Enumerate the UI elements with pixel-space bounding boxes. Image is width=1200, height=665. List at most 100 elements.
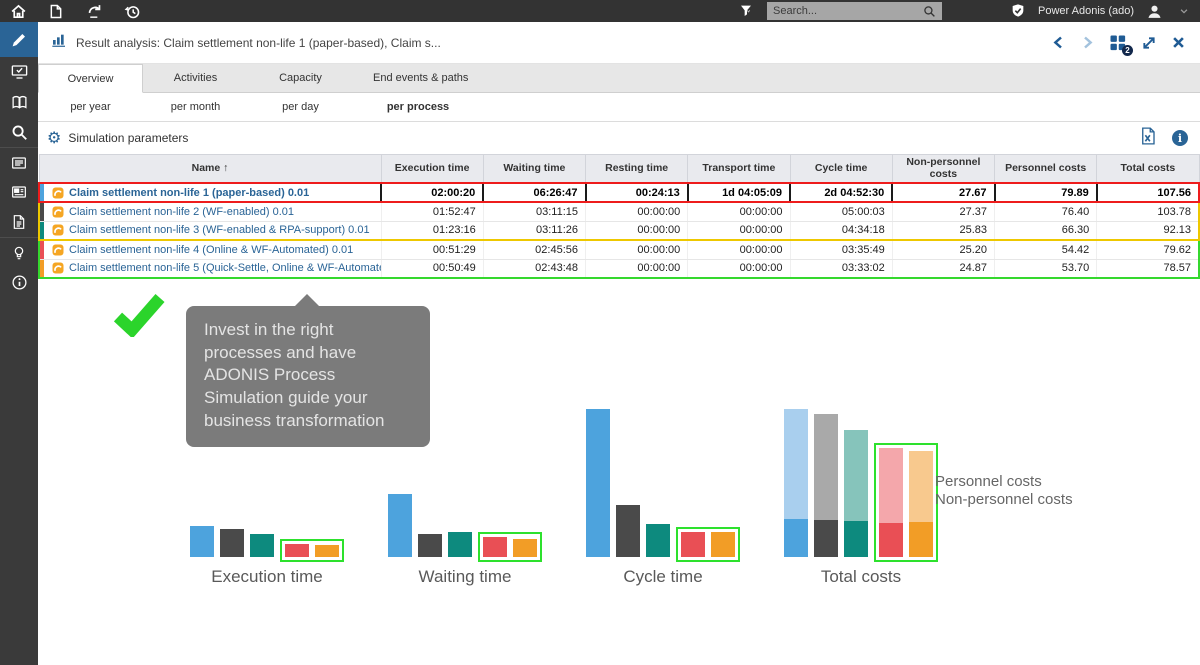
metric-cell: 00:50:49: [381, 259, 483, 278]
metric-cell: 103.78: [1097, 202, 1199, 221]
column-header-cycle-time[interactable]: Cycle time: [790, 155, 892, 184]
search-input[interactable]: [773, 5, 923, 17]
table-row[interactable]: Claim settlement non-life 4 (Online & WF…: [39, 240, 1199, 259]
fullscreen-icon[interactable]: [1141, 35, 1157, 51]
bar-non-personnel-segment: [879, 523, 903, 557]
row-name-cell[interactable]: Claim settlement non-life 3 (WF-enabled …: [39, 221, 381, 240]
nav-back-icon[interactable]: [1051, 35, 1066, 50]
sidebar-item-edit[interactable]: [0, 22, 38, 57]
bar-series-4: [285, 544, 309, 557]
process-name-link[interactable]: Claim settlement non-life 1 (paper-based…: [69, 187, 309, 199]
search-icon[interactable]: [923, 5, 936, 18]
column-header-waiting-time[interactable]: Waiting time: [483, 155, 585, 184]
row-name-cell[interactable]: Claim settlement non-life 4 (Online & WF…: [39, 240, 381, 259]
process-name-link[interactable]: Claim settlement non-life 4 (Online & WF…: [69, 244, 353, 256]
series-color-chip: [40, 260, 44, 278]
subtab-per-year[interactable]: per year: [38, 93, 143, 121]
column-header-name[interactable]: Name ↑: [39, 155, 381, 184]
page-title: Result analysis: Claim settlement non-li…: [76, 36, 1051, 50]
column-header-transport-time[interactable]: Transport time: [688, 155, 790, 184]
bar-series-4: [879, 448, 903, 557]
bar-series-1: [784, 409, 808, 557]
filter-icon[interactable]: [737, 1, 757, 21]
table-row[interactable]: Claim settlement non-life 3 (WF-enabled …: [39, 221, 1199, 240]
nav-forward-icon[interactable]: [1080, 35, 1095, 50]
explorer-icon: [10, 184, 28, 200]
metric-cell: 01:23:16: [381, 221, 483, 240]
table-row[interactable]: Claim settlement non-life 5 (Quick-Settl…: [39, 259, 1199, 278]
process-name-link[interactable]: Claim settlement non-life 5 (Quick-Settl…: [69, 262, 381, 274]
history-icon[interactable]: [122, 1, 142, 21]
user-menu-chevron-icon[interactable]: [1174, 1, 1194, 21]
metric-cell: 04:34:18: [790, 221, 892, 240]
metric-cell: 00:00:00: [688, 259, 790, 278]
open-windows-icon[interactable]: 2: [1109, 34, 1127, 52]
bar-series-3: [646, 524, 670, 557]
metric-cell: 03:35:49: [790, 240, 892, 259]
sidebar-item-forms[interactable]: [0, 147, 38, 177]
bar-cluster: [388, 387, 542, 557]
export-excel-icon[interactable]: [1140, 127, 1156, 150]
table-row[interactable]: Claim settlement non-life 2 (WF-enabled)…: [39, 202, 1199, 221]
legend-entry: Non-personnel costs: [935, 491, 1073, 509]
column-header-resting-time[interactable]: Resting time: [586, 155, 688, 184]
metric-cell: 78.57: [1097, 259, 1199, 278]
metric-cell: 02:43:48: [483, 259, 585, 278]
info-icon: [11, 274, 28, 291]
tab-activities[interactable]: Activities: [143, 64, 248, 92]
column-header-execution-time[interactable]: Execution time: [381, 155, 483, 184]
metric-cell: 1d 04:05:09: [688, 183, 790, 202]
metric-cell: 27.37: [892, 202, 994, 221]
bar-series-2: [418, 534, 442, 557]
metric-cell: 03:33:02: [790, 259, 892, 278]
chart-canvas: Invest in the right processes and have A…: [38, 279, 1200, 659]
sidebar-item-validate[interactable]: [0, 57, 38, 87]
column-header-personnel-costs[interactable]: Personnel costs: [995, 155, 1097, 184]
column-header-total-costs[interactable]: Total costs: [1097, 155, 1199, 184]
row-name-cell[interactable]: Claim settlement non-life 5 (Quick-Settl…: [39, 259, 381, 278]
subtab-bar: per yearper monthper dayper process: [38, 93, 1200, 122]
metric-cell: 107.56: [1097, 183, 1199, 202]
user-avatar-icon[interactable]: [1144, 1, 1164, 21]
new-model-icon[interactable]: [46, 1, 66, 21]
library-icon: [10, 94, 29, 111]
metric-cell: 00:24:13: [586, 183, 688, 202]
gear-icon[interactable]: ⚙: [47, 130, 61, 146]
sidebar-item-info[interactable]: [0, 267, 38, 297]
bar-cluster: [784, 387, 938, 557]
metric-cell: 03:11:15: [483, 202, 585, 221]
tab-end-events-paths[interactable]: End events & paths: [353, 64, 488, 92]
table-row[interactable]: Claim settlement non-life 1 (paper-based…: [39, 183, 1199, 202]
sidebar-item-search[interactable]: [0, 117, 38, 147]
subtab-per-process[interactable]: per process: [353, 93, 483, 121]
metric-cell: 24.87: [892, 259, 994, 278]
process-name-link[interactable]: Claim settlement non-life 2 (WF-enabled)…: [69, 206, 294, 218]
sidebar-item-explorer[interactable]: [0, 177, 38, 207]
sidebar-item-insights[interactable]: [0, 237, 38, 267]
simulation-results-table: Name ↑Execution timeWaiting timeResting …: [38, 154, 1200, 279]
column-header-non-personnel-costs[interactable]: Non-personnel costs: [892, 155, 994, 184]
process-name-link[interactable]: Claim settlement non-life 3 (WF-enabled …: [69, 224, 370, 236]
home-icon[interactable]: [8, 1, 28, 21]
subtab-per-day[interactable]: per day: [248, 93, 353, 121]
series-color-chip: [40, 222, 44, 240]
chart-groups: Execution timeWaiting timeCycle timeTota…: [190, 387, 938, 587]
row-name-cell[interactable]: Claim settlement non-life 2 (WF-enabled)…: [39, 202, 381, 221]
subtab-per-month[interactable]: per month: [143, 93, 248, 121]
search-box: [767, 2, 942, 20]
bar-series-3: [448, 532, 472, 557]
user-label: Power Adonis (ado): [1038, 5, 1134, 17]
chart-legend: Personnel costsNon-personnel costs: [935, 473, 1073, 509]
tab-capacity[interactable]: Capacity: [248, 64, 353, 92]
security-shield-icon[interactable]: [1008, 1, 1028, 21]
sidebar-item-documents[interactable]: [0, 207, 38, 237]
close-icon[interactable]: [1171, 35, 1186, 50]
sidebar-item-library[interactable]: [0, 87, 38, 117]
publish-icon[interactable]: [84, 1, 104, 21]
validate-icon: [10, 63, 29, 81]
tab-overview[interactable]: Overview: [38, 64, 143, 93]
row-name-cell[interactable]: Claim settlement non-life 1 (paper-based…: [39, 183, 381, 202]
info-icon[interactable]: i: [1172, 130, 1188, 146]
process-model-icon: [52, 187, 64, 199]
metric-cell: 06:26:47: [483, 183, 585, 202]
